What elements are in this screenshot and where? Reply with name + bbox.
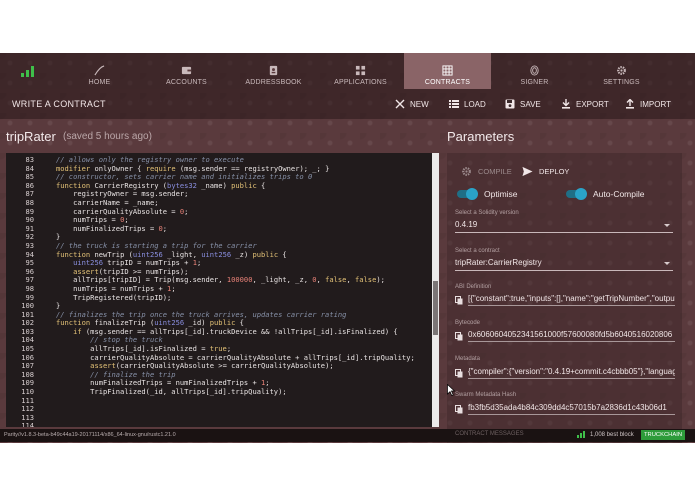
copy-icon[interactable] bbox=[455, 404, 463, 414]
solidity-version-value: 0.4.19 bbox=[455, 220, 478, 229]
copy-icon[interactable] bbox=[455, 295, 463, 305]
load-button-label: LOAD bbox=[464, 99, 486, 109]
chain-badge[interactable]: TRUCKCHAIN bbox=[641, 430, 686, 440]
swarm-hash-field[interactable]: fb3fb5d35ada4b84c309dd4c57015b7a2836d1c4… bbox=[455, 402, 675, 416]
nav-applications-label: APPLICATIONS bbox=[334, 79, 387, 86]
network-status-icon bbox=[0, 53, 56, 89]
nav-signer-label: SIGNER bbox=[520, 79, 549, 86]
autocompile-toggle[interactable]: Auto-Compile bbox=[566, 188, 645, 200]
mouse-cursor-icon bbox=[447, 384, 455, 396]
bytecode-value: 0x6060604052341561000f57600080fd5b604051… bbox=[468, 330, 675, 342]
line-number-gutter: 83 84 85 86 87 88 89 90 91 92 93 94 95 96 97 98 99 100 101… bbox=[6, 155, 36, 427]
copy-icon[interactable] bbox=[455, 331, 463, 341]
abi-value: [{"constant":true,"inputs":[],"name":"ge… bbox=[468, 294, 675, 306]
nav-settings-label: SETTINGS bbox=[603, 79, 640, 86]
save-icon bbox=[505, 99, 515, 109]
best-block-text: 1,008 best block bbox=[590, 431, 634, 438]
export-button[interactable]: EXPORT bbox=[561, 97, 609, 111]
bytecode-field[interactable]: 0x6060604052341561000f57600080fd5b604051… bbox=[455, 329, 675, 343]
editor-scroll-thumb[interactable] bbox=[433, 281, 438, 335]
line-number: 114 bbox=[21, 421, 34, 427]
optimise-toggle[interactable]: Optimise bbox=[457, 188, 518, 200]
nav-contracts[interactable]: CONTRACTS bbox=[404, 53, 491, 89]
copy-icon[interactable] bbox=[455, 368, 463, 378]
nav-home[interactable]: HOME bbox=[56, 53, 143, 89]
code-editor[interactable]: 83 84 85 86 87 88 89 90 91 92 93 94 95 96 97 98 99 100 101… bbox=[6, 153, 438, 427]
signal-bars-icon bbox=[577, 431, 585, 438]
abi-field[interactable]: [{"constant":true,"inputs":[],"name":"ge… bbox=[455, 293, 675, 307]
contract-messages-hint: CONTRACT MESSAGES bbox=[455, 431, 524, 437]
metadata-field[interactable]: {"compiler":{"version":"0.4.19+commit.c4… bbox=[455, 366, 675, 380]
saved-status: (saved 5 hours ago) bbox=[63, 131, 152, 142]
grid-icon bbox=[355, 65, 366, 76]
deploy-button[interactable]: DEPLOY bbox=[522, 165, 569, 177]
contracts-grid-icon bbox=[442, 65, 453, 76]
nav-settings[interactable]: SETTINGS bbox=[578, 53, 665, 89]
new-button-label: NEW bbox=[410, 99, 429, 109]
home-icon bbox=[94, 65, 105, 76]
list-icon bbox=[449, 100, 459, 108]
addressbook-icon bbox=[269, 65, 278, 76]
import-button[interactable]: IMPORT bbox=[625, 97, 671, 111]
best-block: 1,008 best block bbox=[577, 431, 634, 438]
top-navigation: HOME ACCOUNTS ADDRESSBOOK APPLICATIONS C… bbox=[0, 53, 695, 89]
nav-addressbook-label: ADDRESSBOOK bbox=[245, 79, 302, 86]
contract-name: tripRater bbox=[6, 129, 56, 144]
gear-icon bbox=[462, 166, 471, 176]
close-icon bbox=[395, 99, 405, 109]
chevron-down-icon bbox=[664, 262, 670, 265]
swarm-hash-label: Swarm Metadata Hash bbox=[455, 392, 517, 398]
abi-label: ABI Definition bbox=[455, 284, 492, 290]
parity-version: Parity//v1.8.3-beta-b49c44a19-20171114/x… bbox=[4, 432, 176, 438]
code-content[interactable]: // allows only the registry owner to exe… bbox=[56, 155, 415, 397]
nav-signer[interactable]: SIGNER bbox=[491, 53, 578, 89]
nav-accounts[interactable]: ACCOUNTS bbox=[143, 53, 230, 89]
contract-select[interactable]: tripRater:CarrierRegistry bbox=[455, 255, 673, 271]
status-bar: Parity//v1.8.3-beta-b49c44a19-20171114/x… bbox=[0, 429, 695, 442]
metadata-label: Metadata bbox=[455, 356, 481, 362]
parameters-title: Parameters bbox=[447, 129, 515, 144]
contract-toolbar: WRITE A CONTRACT NEW LOAD SAVE EXPORT IM… bbox=[0, 89, 695, 119]
code-line[interactable]: TripRegistered(tripID); bbox=[56, 293, 415, 303]
parameters-panel: COMPILE DEPLOY Optimise Auto-Compile Sel… bbox=[447, 153, 682, 443]
optimise-label: Optimise bbox=[484, 189, 518, 199]
editor-scrollbar[interactable] bbox=[432, 153, 439, 427]
compile-button-label: COMPILE bbox=[478, 166, 512, 176]
upload-icon bbox=[626, 99, 634, 109]
code-line[interactable]: TripFinalized(_id, allTrips[_id].tripQua… bbox=[56, 387, 415, 397]
nav-addressbook[interactable]: ADDRESSBOOK bbox=[230, 53, 317, 89]
save-button[interactable]: SAVE bbox=[505, 97, 541, 111]
swarm-hash-value: fb3fb5d35ada4b84c309dd4c57015b7a2836d1c4… bbox=[468, 403, 675, 415]
load-button[interactable]: LOAD bbox=[449, 97, 486, 111]
autocompile-label: Auto-Compile bbox=[593, 189, 645, 199]
metadata-value: {"compiler":{"version":"0.4.19+commit.c4… bbox=[468, 367, 675, 379]
nav-contracts-label: CONTRACTS bbox=[424, 79, 471, 86]
export-button-label: EXPORT bbox=[576, 99, 609, 109]
bytecode-label: Bytecode bbox=[455, 320, 481, 326]
fingerprint-icon bbox=[530, 65, 539, 76]
send-icon bbox=[522, 166, 533, 176]
autocompile-switch[interactable] bbox=[566, 188, 587, 200]
solidity-version-label: Select a Solidity version bbox=[455, 210, 519, 216]
solidity-version-select[interactable]: 0.4.19 bbox=[455, 217, 673, 233]
contract-select-value: tripRater:CarrierRegistry bbox=[455, 258, 542, 267]
nav-applications[interactable]: APPLICATIONS bbox=[317, 53, 404, 89]
toolbar-title: WRITE A CONTRACT bbox=[12, 99, 106, 109]
contract-select-label: Select a contract bbox=[455, 248, 500, 254]
new-button[interactable]: NEW bbox=[395, 97, 429, 111]
compile-button[interactable]: COMPILE bbox=[461, 165, 512, 177]
download-icon bbox=[562, 99, 570, 109]
chevron-down-icon bbox=[664, 224, 670, 227]
deploy-button-label: DEPLOY bbox=[539, 166, 570, 176]
optimise-switch[interactable] bbox=[457, 188, 478, 200]
import-button-label: IMPORT bbox=[640, 99, 671, 109]
gear-icon bbox=[617, 66, 626, 75]
wallet-icon bbox=[181, 66, 192, 75]
nav-accounts-label: ACCOUNTS bbox=[166, 79, 207, 86]
save-button-label: SAVE bbox=[520, 99, 541, 109]
code-line[interactable]: numFinalizedTrips = 0; bbox=[56, 224, 415, 234]
nav-home-label: HOME bbox=[88, 79, 111, 86]
